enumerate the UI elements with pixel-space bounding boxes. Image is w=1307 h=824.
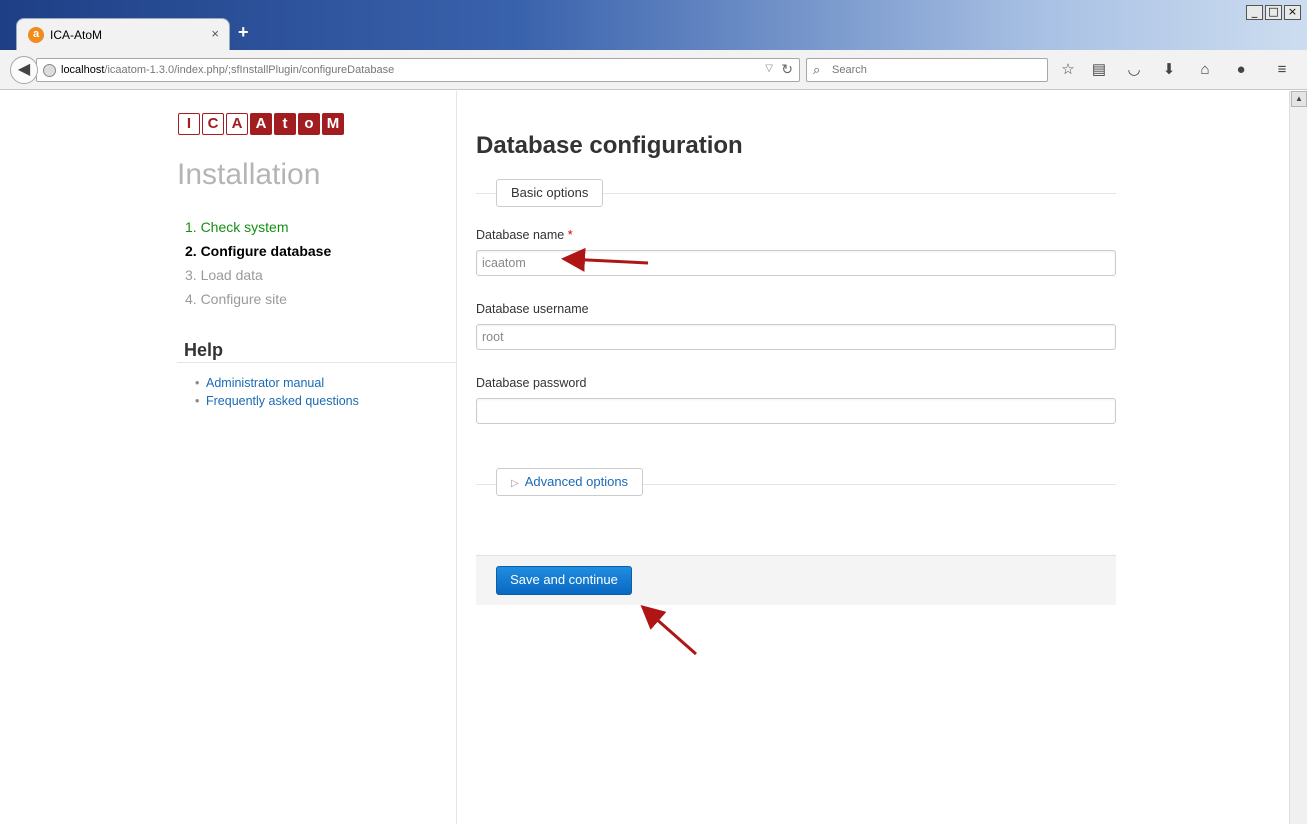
list-item: Administrator manual: [195, 374, 359, 392]
pocket-icon[interactable]: ◡: [1124, 60, 1144, 80]
url-path: /icaatom-1.3.0/index.php/;sfInstallPlugi…: [104, 64, 395, 76]
chat-icon[interactable]: ●: [1231, 60, 1251, 80]
search-input[interactable]: ⌕ Search: [806, 58, 1048, 82]
logo-letter: C: [202, 113, 224, 135]
scroll-up-icon[interactable]: ▲: [1291, 91, 1307, 107]
logo-letter: A: [226, 113, 248, 135]
star-icon[interactable]: ☆: [1058, 60, 1078, 80]
list-item: Frequently asked questions: [195, 392, 359, 410]
url-bar[interactable]: localhost/icaatom-1.3.0/index.php/;sfIns…: [36, 58, 800, 82]
database-username-field[interactable]: root: [476, 324, 1116, 350]
expand-triangle-icon: ▷: [511, 478, 519, 489]
page-content: [0, 91, 1289, 824]
installation-title: Installation: [177, 158, 321, 191]
browser-tab[interactable]: a ICA-AtoM ×: [16, 18, 230, 50]
database-name-field[interactable]: icaatom: [476, 250, 1116, 276]
logo-letter: M: [322, 113, 344, 135]
database-name-label-text: Database name: [476, 228, 565, 242]
form-actions: Save and continue: [476, 555, 1116, 605]
database-password-label: Database password: [476, 376, 587, 390]
step-configure-database: 2. Configure database: [185, 243, 332, 259]
tab-title: ICA-AtoM: [50, 28, 103, 42]
scrollbar[interactable]: ▲: [1289, 91, 1307, 824]
save-and-continue-button[interactable]: Save and continue: [496, 566, 632, 595]
close-icon[interactable]: ×: [211, 26, 219, 41]
close-window-button[interactable]: ×: [1284, 5, 1301, 20]
new-tab-button[interactable]: +: [238, 22, 249, 43]
favicon-icon: a: [28, 27, 44, 43]
database-name-label: Database name *: [476, 228, 573, 242]
window-controls: _ □ ×: [1246, 5, 1301, 20]
minimize-button[interactable]: _: [1246, 5, 1263, 20]
faq-link[interactable]: Frequently asked questions: [206, 394, 359, 408]
reload-icon[interactable]: ↻: [781, 61, 793, 78]
menu-icon[interactable]: ≡: [1272, 60, 1292, 80]
download-icon[interactable]: ⬇: [1159, 60, 1179, 80]
history-dropdown-icon[interactable]: ▽: [765, 63, 773, 74]
install-steps: 1. Check system 2. Configure database 3.…: [185, 215, 331, 311]
back-arrow-icon: ◀: [17, 61, 31, 78]
required-mark: *: [567, 228, 573, 242]
navigation-toolbar: localhost/icaatom-1.3.0/index.php/;sfIns…: [0, 50, 1307, 90]
url-text[interactable]: localhost/icaatom-1.3.0/index.php/;sfIns…: [61, 64, 394, 76]
database-password-field[interactable]: [476, 398, 1116, 424]
divider: [177, 362, 456, 363]
globe-icon: [43, 64, 56, 77]
step-configure-site: 4. Configure site: [185, 291, 287, 307]
back-button[interactable]: ◀: [10, 56, 38, 84]
help-links: Administrator manual Frequently asked qu…: [195, 374, 359, 410]
maximize-button[interactable]: □: [1265, 5, 1282, 20]
home-icon[interactable]: ⌂: [1195, 60, 1215, 80]
logo-letter: I: [178, 113, 200, 135]
search-icon: ⌕: [813, 62, 821, 77]
window-titlebar: _ □ × a ICA-AtoM × +: [0, 0, 1307, 50]
logo-letter: A: [250, 113, 272, 135]
help-heading: Help: [184, 340, 224, 360]
sidebar-divider: [456, 91, 457, 824]
step-load-data: 3. Load data: [185, 267, 263, 283]
icaatom-logo[interactable]: ICAAtoM: [178, 113, 344, 135]
step-check-system[interactable]: 1. Check system: [185, 215, 331, 239]
logo-letter: t: [274, 113, 296, 135]
reading-list-icon[interactable]: ▤: [1089, 60, 1109, 80]
administrator-manual-link[interactable]: Administrator manual: [206, 376, 324, 390]
search-placeholder: Search: [832, 64, 867, 76]
database-username-label: Database username: [476, 302, 589, 316]
basic-options-legend[interactable]: Basic options: [496, 179, 604, 207]
url-host: localhost: [61, 64, 105, 76]
logo-letter: o: [298, 113, 320, 135]
advanced-options-label: Advanced options: [524, 474, 629, 489]
advanced-options-toggle[interactable]: ▷ Advanced options: [496, 468, 644, 496]
page-title: Database configuration: [476, 132, 743, 159]
